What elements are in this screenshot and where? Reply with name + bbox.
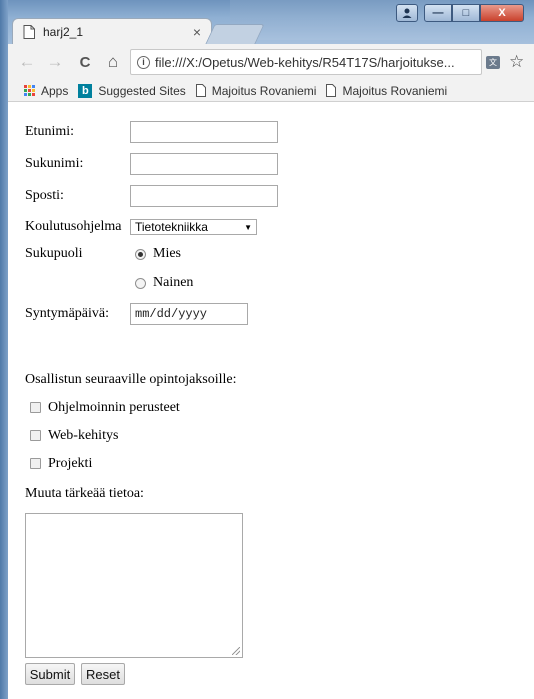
star-icon[interactable]: ☆ <box>509 52 524 72</box>
window-frame-left <box>0 0 8 699</box>
last-name-input[interactable] <box>130 153 278 175</box>
apps-grid-dot <box>32 89 35 92</box>
gender-radio-male[interactable] <box>135 249 146 260</box>
bookmark-label: Apps <box>41 83 69 98</box>
apps-grid-dot <box>24 93 27 96</box>
browser-tab[interactable]: harj2_1 × <box>12 18 212 45</box>
back-icon[interactable]: ← <box>16 52 38 72</box>
course-checkbox-ohjelmointi[interactable] <box>30 402 41 413</box>
course-label: Ohjelmoinnin perusteet <box>48 400 180 415</box>
tab-close-icon[interactable]: × <box>193 24 201 40</box>
apps-grid-dot <box>24 89 27 92</box>
apps-grid-dot <box>32 85 35 88</box>
bookmarks-bar: Apps b Suggested Sites Majoitus Rovaniem… <box>8 80 534 102</box>
apps-grid-icon <box>24 85 35 96</box>
bookmark-majoitus-1[interactable]: Majoitus Rovaniemi <box>195 83 317 98</box>
course-label: Projekti <box>48 456 93 471</box>
bookmark-suggested-sites[interactable]: b Suggested Sites <box>78 83 186 98</box>
info-icon[interactable]: i <box>137 55 150 69</box>
tab-title: harj2_1 <box>43 25 84 39</box>
apps-grid-dot <box>28 85 31 88</box>
new-tab-button[interactable] <box>205 24 265 44</box>
browser-toolbar: ← → C ⌂ i file:///X:/Opetus/Web-kehitys/… <box>8 44 534 80</box>
resize-grip-icon[interactable] <box>232 647 240 655</box>
translate-icon[interactable]: 文 <box>486 56 500 69</box>
birthday-label: Syntymäpäivä: <box>25 306 109 321</box>
page-icon <box>23 25 35 39</box>
bookmark-majoitus-2[interactable]: Majoitus Rovaniemi <box>326 84 447 98</box>
window-titlebar: harj2_1 × — □ X <box>0 0 534 45</box>
minimize-button[interactable]: — <box>424 4 452 22</box>
home-icon[interactable]: ⌂ <box>102 52 124 72</box>
maximize-button[interactable]: □ <box>452 4 480 22</box>
program-label: Koulutusohjelma <box>25 219 122 234</box>
reset-button[interactable]: Reset <box>81 663 125 685</box>
bing-icon: b <box>78 83 93 98</box>
email-input[interactable] <box>130 185 278 207</box>
gender-label: Sukupuoli <box>25 246 83 261</box>
other-info-textarea[interactable] <box>25 513 243 658</box>
bookmark-label: Suggested Sites <box>98 83 186 98</box>
gender-option-label: Nainen <box>153 275 194 290</box>
first-name-label: Etunimi: <box>25 124 74 139</box>
chevron-down-icon: ▼ <box>244 222 252 232</box>
last-name-label: Sukunimi: <box>25 156 84 171</box>
page-icon <box>326 84 337 97</box>
program-select[interactable]: Tietotekniikka ▼ <box>130 219 257 235</box>
course-checkbox-web-kehitys[interactable] <box>30 430 41 441</box>
forward-icon[interactable]: → <box>44 52 66 72</box>
bookmark-apps[interactable]: Apps <box>24 84 68 98</box>
submit-button[interactable]: Submit <box>25 663 75 685</box>
apps-grid-dot <box>24 85 27 88</box>
birthday-date-input[interactable]: mm/dd/yyyy <box>130 303 248 325</box>
page-content: Etunimi: Sukunimi: Sposti: Koulutusohjel… <box>8 103 534 699</box>
bookmark-label: Majoitus Rovaniemi <box>342 83 448 98</box>
apps-grid-dot <box>32 93 35 96</box>
address-bar[interactable]: i file:///X:/Opetus/Web-kehitys/R54T17S/… <box>130 49 482 75</box>
menu-icon[interactable]: ⋮ <box>528 52 534 72</box>
bookmark-label: Majoitus Rovaniemi <box>211 83 317 98</box>
apps-grid-dot <box>28 89 31 92</box>
page-icon <box>195 84 206 97</box>
reload-icon[interactable]: C <box>74 54 96 71</box>
apps-grid-dot <box>28 93 31 96</box>
courses-heading: Osallistun seuraaville opintojaksoille: <box>25 372 237 387</box>
account-icon[interactable] <box>396 4 418 22</box>
program-selected-value: Tietotekniikka <box>135 220 208 234</box>
course-label: Web-kehitys <box>48 428 119 443</box>
other-info-label: Muuta tärkeää tietoa: <box>25 486 144 501</box>
gender-option-label: Mies <box>153 246 181 261</box>
gender-radio-female[interactable] <box>135 278 146 289</box>
url-text: file:///X:/Opetus/Web-kehitys/R54T17S/ha… <box>155 54 455 70</box>
birthday-placeholder: mm/dd/yyyy <box>135 307 208 321</box>
window-controls: — □ X <box>396 4 524 22</box>
close-window-button[interactable]: X <box>480 4 524 22</box>
email-label: Sposti: <box>25 188 64 203</box>
first-name-input[interactable] <box>130 121 278 143</box>
course-checkbox-projekti[interactable] <box>30 458 41 469</box>
